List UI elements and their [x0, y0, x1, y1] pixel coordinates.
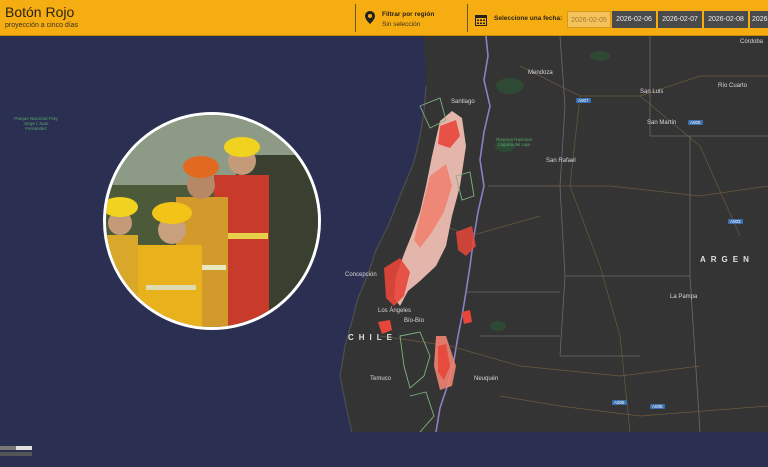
app-subtitle: proyección a cinco días	[5, 22, 79, 29]
region-filter-label: Filtrar por región	[382, 11, 435, 18]
firefighters-image	[106, 115, 318, 327]
app-header: Botón Rojo proyección a cinco días Filtr…	[0, 0, 768, 36]
brand: Botón Rojo proyección a cinco días	[5, 3, 78, 30]
city-label: Bío-Bío	[404, 318, 425, 324]
header-divider	[467, 4, 468, 32]
map-view[interactable]: Parque Nacional Fray Jorge / Juan Fernán…	[0, 36, 768, 456]
landmass	[340, 36, 768, 432]
route-shield: A003	[728, 219, 743, 224]
map-pin-icon	[365, 11, 375, 29]
date-selector: Seleccione una fecha: 2026-02-05 2026-02…	[472, 0, 768, 36]
city-label: Temuco	[370, 376, 392, 382]
date-selector-label: Seleccione una fecha:	[494, 15, 563, 22]
city-label: San Rafael	[546, 158, 576, 164]
city-label: San Martín	[647, 120, 677, 126]
route-shield: A005	[650, 404, 665, 409]
app-title: Botón Rojo	[5, 4, 75, 20]
date-button-2026-02-06[interactable]: 2026-02-06	[612, 11, 656, 28]
city-label: Los Ángeles	[378, 308, 412, 314]
park-label: Reserva Nacional Laguna del Laja	[496, 137, 532, 147]
header-divider	[355, 4, 356, 32]
city-label: Neuquén	[474, 376, 499, 382]
date-button-2026-02-07[interactable]: 2026-02-07	[658, 11, 702, 28]
region-filter[interactable]: Filtrar por región Sin selección	[362, 0, 466, 36]
city-label: La Pampa	[670, 294, 698, 300]
city-label: Santiago	[451, 99, 475, 105]
date-button-2026-02-05[interactable]: 2026-02-05	[567, 11, 611, 28]
route-shield: A005	[688, 120, 703, 125]
map-scale-bar	[0, 444, 34, 462]
route-shield: A007	[576, 98, 591, 103]
city-label: Concepción	[345, 272, 377, 278]
city-label: San Luis	[640, 89, 664, 95]
route-shield: A006	[612, 400, 627, 405]
region-filter-value[interactable]: Sin selección	[382, 21, 420, 28]
firefighters-photo	[103, 112, 321, 330]
city-label: Río Cuarto	[718, 83, 748, 89]
park-label: Parque Nacional Fray Jorge / Juan Fernán…	[14, 116, 58, 131]
date-button-2026-02-08[interactable]: 2026-02-08	[704, 11, 748, 28]
date-button-2026-02-09[interactable]: 2026	[750, 11, 768, 28]
country-label-chile: CHILE	[348, 333, 397, 342]
city-label: Córdoba	[740, 39, 764, 45]
calendar-icon	[475, 13, 487, 31]
country-label-argentina: ARGEN	[700, 255, 754, 264]
city-label: Mendoza	[528, 70, 553, 76]
